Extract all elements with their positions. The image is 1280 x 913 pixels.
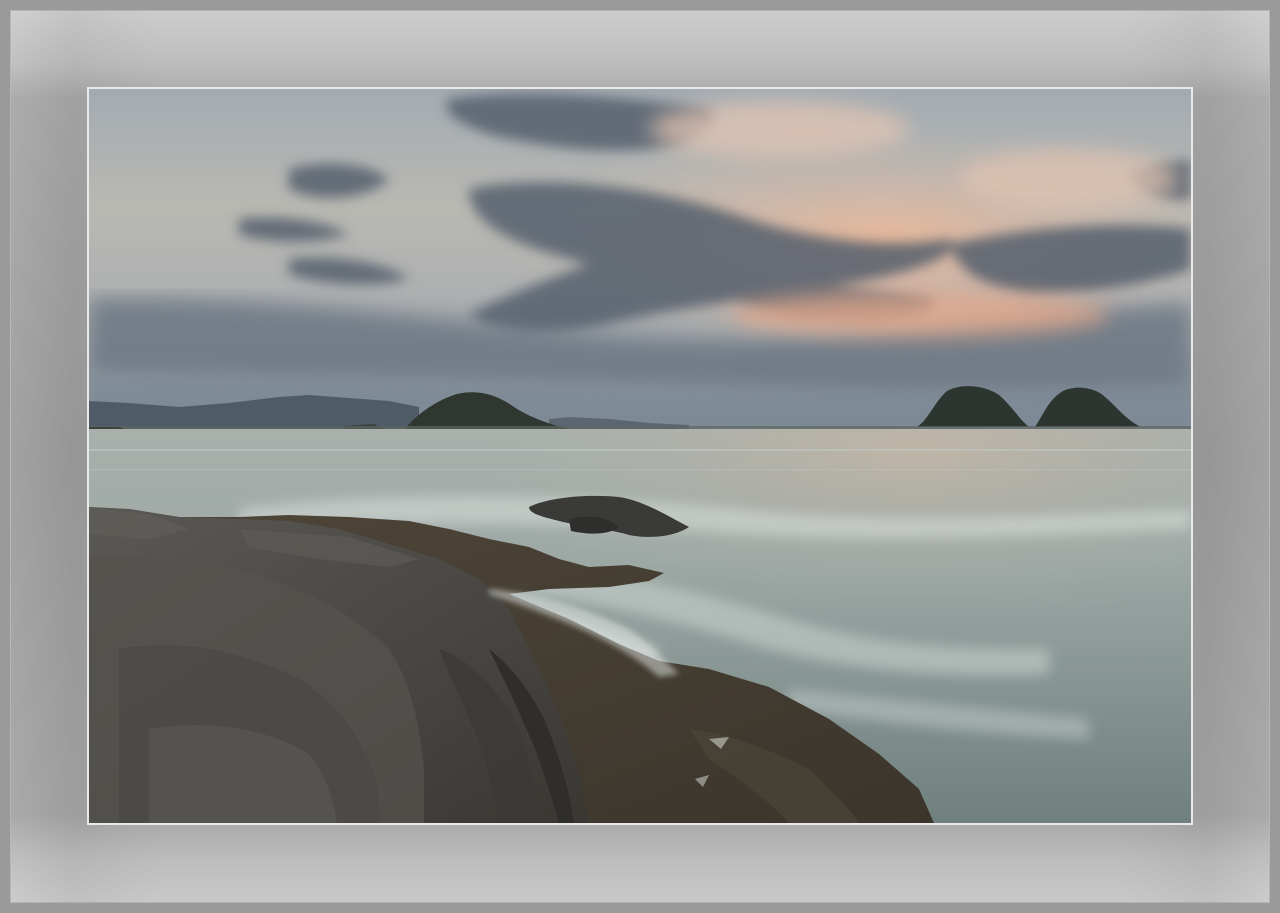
picture-frame	[0, 0, 1280, 913]
seascape-illustration	[89, 89, 1191, 823]
seascape-photo	[89, 89, 1191, 823]
